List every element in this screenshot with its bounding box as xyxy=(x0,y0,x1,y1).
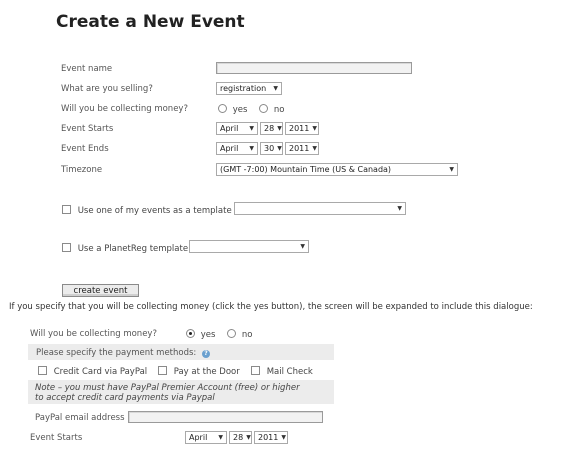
expanded-starts-label: Event Starts xyxy=(30,433,83,443)
chevron-down-icon: ▼ xyxy=(246,434,251,441)
help-icon[interactable]: ? xyxy=(202,350,210,358)
starts-month-value: April xyxy=(220,124,239,133)
starts-year-value: 2011 xyxy=(289,124,310,133)
own-template-checkbox[interactable] xyxy=(62,205,71,214)
expanded-starts-day-value: 28 xyxy=(233,433,244,442)
chevron-down-icon: ▼ xyxy=(300,243,305,250)
collecting-label: Will you be collecting money? xyxy=(61,104,188,114)
chevron-down-icon: ▼ xyxy=(312,125,317,132)
planetreg-template-checkbox[interactable] xyxy=(62,243,71,252)
credit-card-label: Credit Card via PayPal xyxy=(53,367,148,377)
ends-year-select[interactable]: 2011 ▼ xyxy=(285,142,319,155)
ends-month-value: April xyxy=(220,144,239,153)
chevron-down-icon: ▼ xyxy=(281,434,286,441)
event-ends-label: Event Ends xyxy=(61,144,109,154)
expanded-starts-month-value: April xyxy=(189,433,208,442)
method-mail-check: Mail Check xyxy=(251,366,313,377)
pay-at-door-checkbox[interactable] xyxy=(158,366,167,375)
chevron-down-icon: ▼ xyxy=(449,166,454,173)
paypal-note: Note – you must have PayPal Premier Acco… xyxy=(35,383,300,403)
own-template-select[interactable]: ▼ xyxy=(234,202,406,215)
collecting-options: yes no xyxy=(218,104,284,115)
chevron-down-icon: ▼ xyxy=(218,434,223,441)
ends-day-value: 30 xyxy=(264,144,275,153)
payment-methods-text: Please specify the payment methods: xyxy=(36,348,197,358)
expanded-starts-day-select[interactable]: 28 ▼ xyxy=(229,431,252,444)
event-name-label: Event name xyxy=(61,64,113,74)
chevron-down-icon: ▼ xyxy=(312,145,317,152)
chevron-down-icon: ▼ xyxy=(249,145,254,152)
own-template-option: Use one of my events as a template xyxy=(62,205,232,216)
chevron-down-icon: ▼ xyxy=(277,125,282,132)
payment-methods-label: Please specify the payment methods: ? xyxy=(36,348,210,358)
expanded-no-label: no xyxy=(241,330,253,340)
starts-day-value: 28 xyxy=(264,124,275,133)
paypal-note-line2: to accept credit card payments via Paypa… xyxy=(35,393,215,403)
yes-radio[interactable] xyxy=(218,104,227,113)
chevron-down-icon: ▼ xyxy=(249,125,254,132)
explanation-text: If you specify that you will be collecti… xyxy=(9,302,533,312)
starts-year-select[interactable]: 2011 ▼ xyxy=(285,122,319,135)
expanded-yes-label: yes xyxy=(200,330,216,340)
ends-year-value: 2011 xyxy=(289,144,310,153)
timezone-select[interactable]: (GMT -7:00) Mountain Time (US & Canada) ▼ xyxy=(216,163,458,176)
selling-label: What are you selling? xyxy=(61,84,153,94)
ends-month-select[interactable]: April ▼ xyxy=(216,142,258,155)
expanded-starts-year-value: 2011 xyxy=(258,433,279,442)
no-radio[interactable] xyxy=(259,104,269,113)
chevron-down-icon: ▼ xyxy=(397,205,402,212)
page-title: Create a New Event xyxy=(56,12,245,32)
planetreg-template-select[interactable]: ▼ xyxy=(189,240,309,253)
expanded-starts-year-select[interactable]: 2011 ▼ xyxy=(254,431,288,444)
starts-month-select[interactable]: April ▼ xyxy=(216,122,258,135)
expanded-yes-radio[interactable] xyxy=(186,329,195,338)
method-credit-card: Credit Card via PayPal xyxy=(38,366,147,377)
own-template-label: Use one of my events as a template xyxy=(77,206,232,216)
no-label: no xyxy=(273,105,285,115)
planetreg-template-label: Use a PlanetReg template xyxy=(77,244,189,254)
event-name-input[interactable] xyxy=(216,62,412,74)
expanded-starts-month-select[interactable]: April ▼ xyxy=(185,431,227,444)
mail-check-checkbox[interactable] xyxy=(251,366,260,375)
yes-label: yes xyxy=(232,105,248,115)
pay-at-door-label: Pay at the Door xyxy=(173,367,240,377)
create-event-button[interactable]: create event xyxy=(62,284,139,297)
mail-check-label: Mail Check xyxy=(266,367,313,377)
expanded-no-radio[interactable] xyxy=(227,329,237,338)
expanded-collecting-options: yes no xyxy=(186,329,252,340)
credit-card-checkbox[interactable] xyxy=(38,366,47,375)
paypal-email-label: PayPal email address xyxy=(35,413,125,423)
selling-select[interactable]: registration ▼ xyxy=(216,82,282,95)
paypal-email-input[interactable] xyxy=(128,411,323,423)
ends-day-select[interactable]: 30 ▼ xyxy=(260,142,283,155)
chevron-down-icon: ▼ xyxy=(273,85,278,92)
timezone-value: (GMT -7:00) Mountain Time (US & Canada) xyxy=(220,165,392,174)
event-starts-label: Event Starts xyxy=(61,124,114,134)
expanded-collecting-label: Will you be collecting money? xyxy=(30,329,157,339)
selling-value: registration xyxy=(220,84,267,93)
planetreg-template-option: Use a PlanetReg template xyxy=(62,243,188,254)
starts-day-select[interactable]: 28 ▼ xyxy=(260,122,283,135)
timezone-label: Timezone xyxy=(61,165,103,175)
paypal-note-line1: Note – you must have PayPal Premier Acco… xyxy=(35,383,300,393)
method-pay-at-door: Pay at the Door xyxy=(158,366,240,377)
chevron-down-icon: ▼ xyxy=(277,145,282,152)
